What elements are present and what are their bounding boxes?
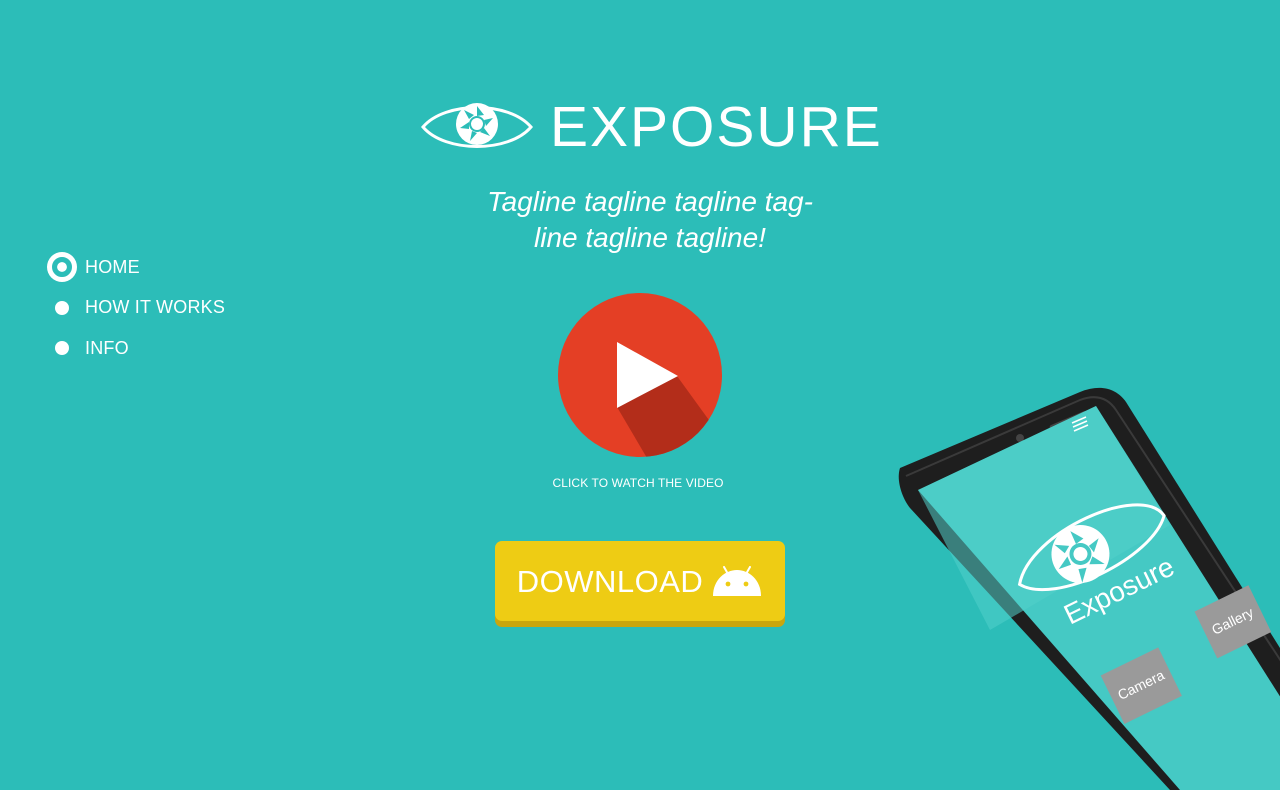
screen-gallery-button: Gallery: [1194, 585, 1272, 659]
nav-dot-icon: [55, 341, 69, 355]
download-label: DOWNLOAD: [516, 564, 704, 599]
eye-logo-icon: [421, 103, 533, 148]
screen-camera-button: Camera: [1100, 647, 1182, 724]
screen-app-name: Exposure: [1059, 551, 1179, 631]
side-nav: HOME HOW IT WORKS INFO: [47, 252, 225, 374]
nav-item-how-it-works[interactable]: HOW IT WORKS: [47, 293, 225, 323]
play-icon: [558, 293, 722, 457]
phone-mockup: Exposure Gallery Camera: [870, 380, 1280, 790]
nav-label: HOW IT WORKS: [85, 297, 226, 317]
screen-eye-icon: [1017, 503, 1166, 592]
screen-camera-label: Camera: [1115, 667, 1167, 703]
download-button[interactable]: DOWNLOAD: [495, 541, 785, 621]
play-video-button[interactable]: [557, 292, 723, 458]
tagline-line-1: Tagline tagline tagline tag-: [487, 186, 813, 217]
nav-dot-icon: [55, 300, 69, 315]
logo: EXPOSURE: [420, 96, 883, 158]
screen-gallery-label: Gallery: [1209, 604, 1256, 638]
video-caption: CLICK TO WATCH THE VIDEO: [552, 476, 724, 490]
tagline: Tagline tagline tagline tag- line taglin…: [430, 184, 870, 256]
nav-active-indicator-icon: [47, 252, 77, 282]
tagline-line-2: line tagline tagline!: [534, 222, 766, 253]
android-icon: [713, 566, 762, 596]
nav-item-home[interactable]: HOME: [47, 252, 225, 282]
nav-item-info[interactable]: INFO: [47, 333, 225, 363]
nav-label: INFO: [85, 337, 129, 358]
nav-label: HOME: [85, 256, 140, 277]
menu-icon: [1071, 416, 1089, 432]
brand-title: EXPOSURE: [550, 95, 883, 159]
